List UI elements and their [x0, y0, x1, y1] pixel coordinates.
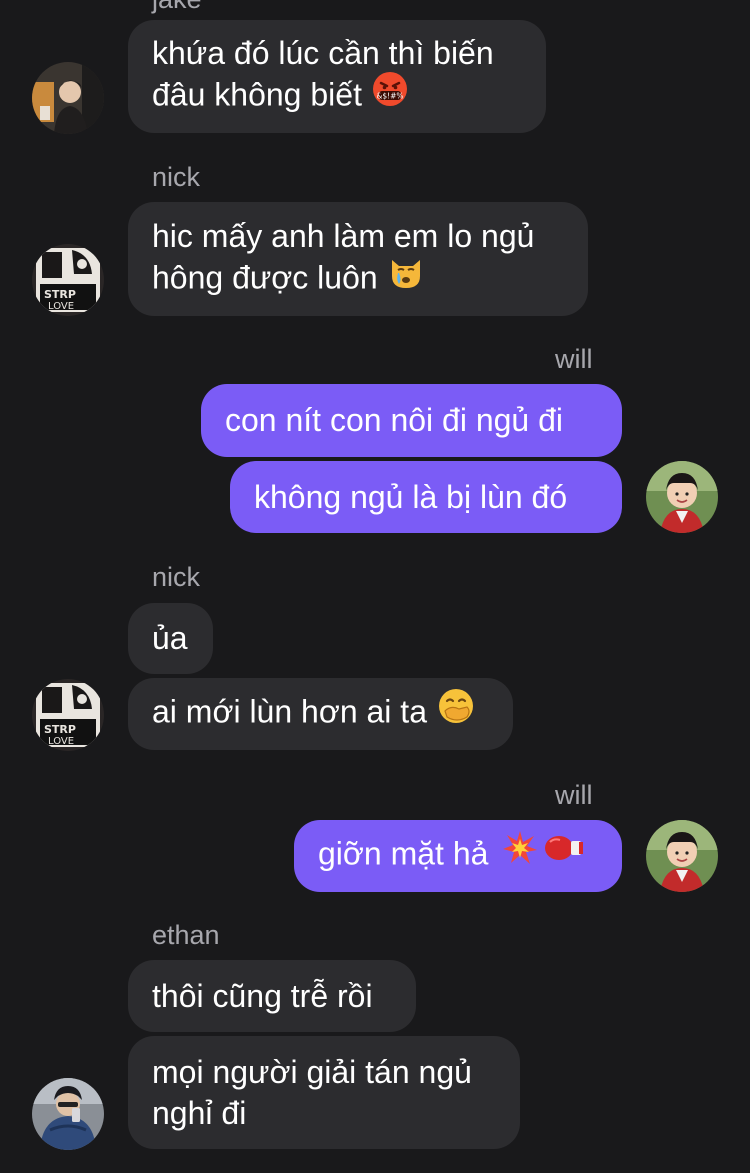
message-text: con nít con nôi đi ngủ đi — [225, 402, 564, 438]
message-bubble[interactable]: không ngủ là bị lùn đó — [230, 461, 622, 533]
message-text: hông được luôn — [152, 258, 378, 295]
sender-name-ethan: ethan — [152, 920, 220, 950]
message-bubble[interactable]: khứa đó lúc cần thì biến đâu không biết … — [128, 20, 546, 133]
message-bubble[interactable]: ai mới lùn hơn ai ta — [128, 678, 513, 750]
sender-name-nick: nick — [152, 162, 201, 192]
message-bubble[interactable]: hic mấy anh làm em lo ngủ hông được luôn — [128, 202, 588, 316]
avatar-will[interactable] — [646, 461, 718, 533]
avatar-jake[interactable] — [32, 62, 104, 134]
avatar-nick[interactable]: STRP LOVE — [32, 679, 104, 751]
avatar-will[interactable] — [646, 820, 718, 892]
message-bubble[interactable]: ủa — [128, 603, 213, 674]
message-bubble[interactable]: con nít con nôi đi ngủ đi — [201, 384, 622, 457]
sender-name-will: will — [555, 344, 593, 374]
message-text: mọi người giải tán ngủ — [152, 1053, 472, 1090]
svg-text:STRP: STRP — [44, 288, 76, 301]
face-with-hand-over-mouth-icon — [437, 687, 475, 735]
message-text: đâu không biết — [152, 76, 362, 113]
message-text: giỡn mặt hả — [318, 835, 489, 872]
message-text: ủa — [152, 620, 188, 656]
message-text: nghỉ đi — [152, 1094, 247, 1131]
message-text: ai mới lùn hơn ai ta — [152, 693, 427, 730]
message-bubble[interactable]: thôi cũng trễ rồi — [128, 960, 416, 1032]
message-text: khứa đó lúc cần thì biến — [152, 35, 494, 71]
boxing-glove-icon — [544, 832, 584, 874]
message-text: hic mấy anh làm em lo ngủ — [152, 217, 535, 254]
svg-text:STRP: STRP — [44, 723, 76, 736]
sender-name-jake: jake — [152, 0, 202, 13]
message-bubble[interactable]: giỡn mặt hả — [294, 820, 622, 892]
enraged-face-with-symbols-icon: &$!#% — [372, 71, 408, 117]
avatar-ethan[interactable] — [32, 1078, 104, 1150]
message-text: thôi cũng trễ rồi — [152, 977, 373, 1014]
svg-text:&$!#%: &$!#% — [376, 92, 403, 101]
svg-text:LOVE: LOVE — [48, 301, 74, 312]
message-text: không ngủ là bị lùn đó — [254, 478, 568, 515]
svg-text:LOVE: LOVE — [48, 736, 74, 747]
avatar-nick[interactable]: STRP LOVE — [32, 244, 104, 316]
sender-name-will: will — [555, 780, 593, 810]
sender-name-nick: nick — [152, 562, 201, 592]
crying-cat-icon — [388, 254, 424, 300]
message-bubble[interactable]: mọi người giải tán ngủ nghỉ đi — [128, 1036, 520, 1149]
collision-icon — [502, 830, 538, 876]
